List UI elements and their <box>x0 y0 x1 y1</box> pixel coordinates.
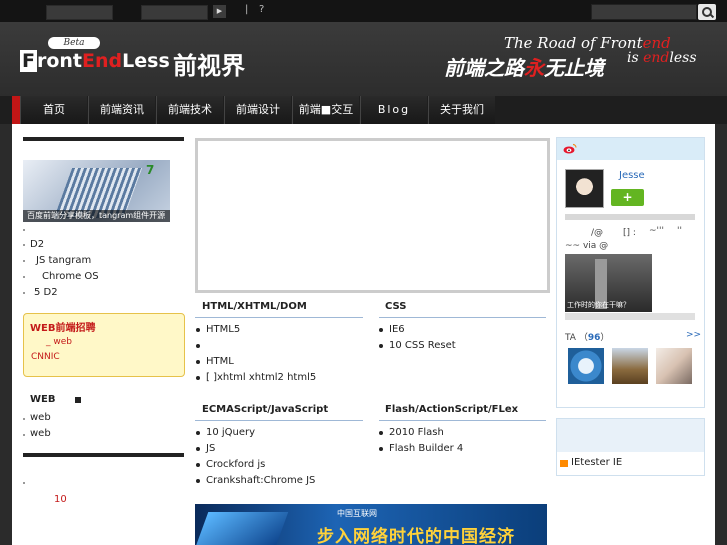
topbar-separator: | <box>245 4 249 15</box>
login-password-input[interactable] <box>141 5 208 20</box>
weibo-header <box>557 138 704 160</box>
article-link[interactable]: 10 jQuery <box>206 427 255 438</box>
help-link[interactable]: ? <box>259 4 264 15</box>
jobs-line[interactable]: CNNIC <box>31 352 60 362</box>
login-username-input[interactable] <box>46 5 113 20</box>
ad-brand: 中国互联网 <box>337 509 377 518</box>
web-heading-icon <box>75 397 81 403</box>
rss-icon <box>560 460 568 467</box>
banner-caption: 百度前端分享模板，tangram组件开源 <box>23 210 170 222</box>
slogan-en-line2: is endless <box>627 50 697 66</box>
profile-divider <box>565 214 695 220</box>
slogan-cn: 前端之路永无止境 <box>444 56 604 80</box>
weibo-post-text: '' <box>677 226 682 236</box>
follower-avatar[interactable] <box>568 348 604 384</box>
search-icon[interactable] <box>698 4 716 20</box>
left-list-item[interactable]: D2 <box>30 239 44 250</box>
video-player[interactable] <box>195 138 550 293</box>
article-link[interactable]: Flash Builder 4 <box>389 443 463 454</box>
left-list-item[interactable]: Chrome OS <box>42 271 99 282</box>
jobs-title: WEB前端招聘 <box>30 323 96 334</box>
more-followers-link[interactable]: >> <box>686 330 701 340</box>
red-count-link[interactable]: 10 <box>54 494 67 505</box>
nav-item-design[interactable]: 前端设计 <box>224 96 291 124</box>
weibo-post-via[interactable]: ~~ via @ <box>565 241 608 251</box>
article-link[interactable]: 2010 Flash <box>389 427 444 438</box>
article-link[interactable]: [ ]xhtml xhtml2 html5 <box>206 372 316 383</box>
article-link[interactable]: IE6 <box>389 324 405 335</box>
weibo-icon[interactable] <box>563 143 577 154</box>
ad-banner[interactable]: 中国互联网 步入网络时代的中国经济 <box>195 504 547 545</box>
follower-avatar[interactable] <box>656 348 692 384</box>
followers-label: TA （96） <box>565 333 610 343</box>
nav-item-blog[interactable]: Blog <box>360 96 427 124</box>
section-title-flash[interactable]: Flash/ActionScript/FLex <box>385 404 518 415</box>
nav-accent <box>12 96 20 124</box>
site-header: Beta FrontEndLess 前视界 The Road of Fronte… <box>0 22 727 96</box>
article-link[interactable]: 10 CSS Reset <box>389 340 456 351</box>
avatar[interactable] <box>565 169 604 208</box>
ietester-widget: IEtester IE <box>556 418 705 476</box>
web-heading: WEB <box>30 394 56 405</box>
profile-name[interactable]: Jesse <box>619 170 645 181</box>
beta-badge: Beta <box>48 37 100 49</box>
nav-item-news[interactable]: 前端资讯 <box>88 96 155 124</box>
left-list-item[interactable]: 5 D2 <box>34 287 58 298</box>
section-title-html[interactable]: HTML/XHTML/DOM <box>202 301 307 312</box>
weibo-post-text: ~''' <box>649 226 664 236</box>
jobs-line[interactable]: _ web <box>46 337 72 347</box>
article-link[interactable]: HTML <box>206 356 234 367</box>
left-list-item[interactable]: JS tangram <box>36 255 91 266</box>
nav-item-tech[interactable]: 前端技术 <box>156 96 223 124</box>
weibo-widget: Jesse + /@ [] : ~''' '' ~~ via @ 工作时的你在干… <box>556 137 705 408</box>
web-list-item[interactable]: web <box>30 412 51 423</box>
photo-scrollbar[interactable] <box>565 313 695 320</box>
weibo-post-text: [] : <box>623 228 636 238</box>
left-divider <box>23 453 184 457</box>
main-nav: 首页 前端资讯 前端技术 前端设计 前端■交互 Blog 关于我们 <box>0 96 727 124</box>
ad-headline: 步入网络时代的中国经济 <box>317 527 515 545</box>
article-link[interactable]: HTML5 <box>206 324 240 335</box>
weibo-photo[interactable]: 工作时的你在干嘛？ <box>565 254 652 312</box>
page-content: 7 百度前端分享模板，tangram组件开源 D2 JS tangram Chr… <box>12 124 715 545</box>
web-list-item[interactable]: web <box>30 428 51 439</box>
section-title-js[interactable]: ECMAScript/JavaScript <box>202 404 328 415</box>
follow-button[interactable]: + <box>611 189 644 206</box>
login-submit-button[interactable]: ▶ <box>213 5 226 18</box>
section-title-css[interactable]: CSS <box>385 301 406 312</box>
jobs-box[interactable]: WEB前端招聘 _ web CNNIC <box>23 313 185 377</box>
article-link[interactable]: Crankshaft:Chrome JS <box>206 475 315 486</box>
site-logo[interactable]: FrontEndLess <box>20 50 170 72</box>
article-link[interactable]: JS <box>206 443 215 454</box>
weibo-post-text: /@ <box>591 228 604 238</box>
nav-item-about[interactable]: 关于我们 <box>428 96 495 124</box>
left-divider <box>23 137 184 141</box>
site-logo-cn: 前视界 <box>173 52 245 80</box>
ietester-link[interactable]: IEtester IE <box>571 457 622 468</box>
featured-banner[interactable]: 7 百度前端分享模板，tangram组件开源 <box>23 160 170 222</box>
nav-item-home[interactable]: 首页 <box>20 96 87 124</box>
banner-logo-icon: 7 <box>146 163 155 177</box>
top-bar: ▶ | ? <box>0 0 727 22</box>
follower-avatar[interactable] <box>612 348 648 384</box>
nav-item-interaction[interactable]: 前端■交互 <box>292 96 359 124</box>
search-input[interactable] <box>591 4 697 20</box>
article-link[interactable]: Crockford js <box>206 459 265 470</box>
